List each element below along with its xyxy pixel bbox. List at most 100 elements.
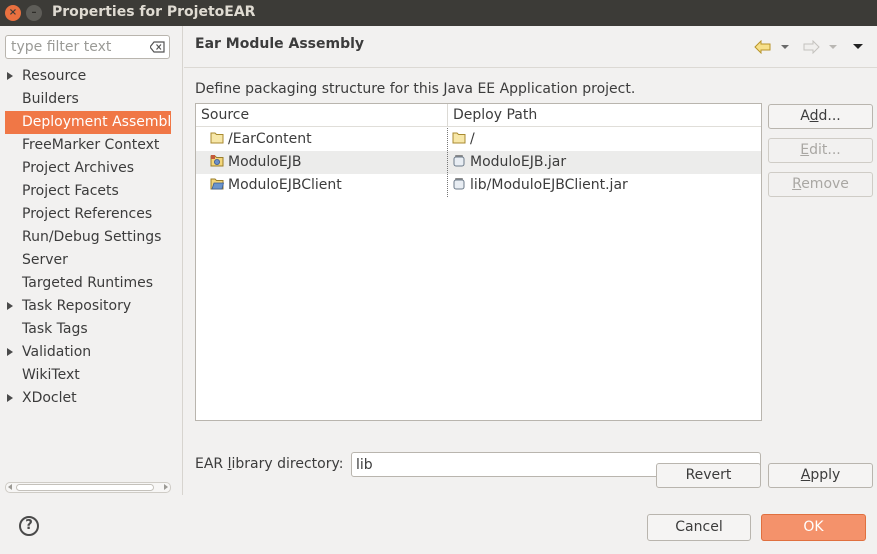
scrollbar-thumb[interactable] (16, 484, 154, 491)
column-header-deploy-path[interactable]: Deploy Path (448, 104, 761, 127)
deploy-path-cell: / (452, 128, 475, 151)
folder-icon (452, 132, 466, 143)
filter-placeholder: type filter text (11, 39, 112, 55)
apply-button[interactable]: Apply (768, 463, 873, 488)
tree-item-label: Server (22, 252, 68, 268)
forward-dropdown-icon[interactable] (828, 44, 838, 50)
tree-item-targeted-runtimes[interactable]: Targeted Runtimes (0, 272, 182, 295)
page-header: Ear Module Assembly (184, 26, 877, 68)
jar-icon (453, 177, 465, 189)
edit-mnemonic: E (800, 142, 810, 158)
add-label-part: A (800, 108, 810, 124)
deploy-path-cell: lib/ModuloEJBClient.jar (452, 174, 628, 197)
library-label-rest: ibrary directory: (231, 456, 344, 472)
tree-item-task-tags[interactable]: Task Tags (0, 318, 182, 341)
filter-input[interactable]: type filter text (5, 35, 170, 59)
table-row[interactable]: /EarContent / (196, 128, 761, 151)
project-folder-icon (210, 178, 224, 189)
folder-icon (210, 132, 224, 143)
tree-item-project-archives[interactable]: Project Archives (0, 157, 182, 180)
tree-horizontal-scrollbar[interactable] (5, 482, 171, 493)
column-divider (447, 128, 448, 197)
tree-item-run-debug-settings[interactable]: Run/Debug Settings (0, 226, 182, 249)
tree-item-label: Task Tags (22, 321, 88, 337)
tree-item-label: Project Facets (22, 183, 119, 199)
tree-item-freemarker-context[interactable]: FreeMarker Context (0, 134, 182, 157)
source-text: ModuloEJB (228, 154, 302, 170)
column-header-source[interactable]: Source (196, 104, 448, 127)
close-icon: × (8, 7, 18, 18)
property-page-tree-panel: type filter text Resource Builders Deploym… (0, 26, 183, 495)
table-row[interactable]: ModuloEJB ModuloEJB.jar (196, 151, 761, 174)
help-button[interactable]: ? (19, 516, 39, 536)
add-button[interactable]: Add... (768, 104, 873, 129)
tree-item-label: Task Repository (22, 298, 132, 314)
help-icon: ? (25, 518, 33, 533)
tree-item-label: Run/Debug Settings (22, 229, 162, 245)
source-cell: /EarContent (210, 128, 312, 151)
ejb-project-icon (210, 154, 224, 166)
source-text: ModuloEJBClient (228, 177, 342, 193)
expand-arrow-icon[interactable] (7, 348, 13, 356)
tree-item-label: Targeted Runtimes (22, 275, 154, 291)
deploy-path-cell: ModuloEJB.jar (452, 151, 566, 174)
ear-library-directory-label: EAR library directory: (195, 456, 343, 472)
tree-item-label: FreeMarker Context (22, 137, 160, 153)
deploy-path-text: ModuloEJB.jar (470, 154, 567, 170)
expand-arrow-icon[interactable] (7, 302, 13, 310)
cancel-button[interactable]: Cancel (647, 514, 751, 541)
dialog-button-bar: ? Cancel OK (0, 495, 877, 554)
tree-item-builders[interactable]: Builders (0, 88, 182, 111)
page-title: Ear Module Assembly (195, 36, 365, 52)
tree-item-resource[interactable]: Resource (0, 65, 182, 88)
tree-item-server[interactable]: Server (0, 249, 182, 272)
tree-item-label: Validation (22, 344, 92, 360)
tree-item-label: Deployment Assembly (22, 114, 171, 130)
tree-item-label: Resource (22, 68, 87, 84)
tree-item-deployment-assembly[interactable]: Deployment Assembly (5, 111, 171, 134)
forward-arrow-icon[interactable] (802, 40, 820, 54)
scroll-right-icon[interactable] (164, 484, 168, 490)
view-menu-icon[interactable] (852, 43, 864, 50)
edit-label-rest: dit... (809, 142, 841, 158)
back-dropdown-icon[interactable] (780, 44, 790, 50)
tree-item-xdoclet[interactable]: XDoclet (0, 387, 182, 410)
property-page-tree: Resource Builders Deployment Assembly FreeM… (0, 65, 182, 410)
edit-button[interactable]: Edit... (768, 138, 873, 163)
tree-item-validation[interactable]: Validation (0, 341, 182, 364)
library-label-part: EAR (195, 456, 228, 472)
scroll-left-icon[interactable] (8, 484, 12, 490)
remove-label-rest: emove (801, 176, 849, 192)
expand-arrow-icon[interactable] (7, 72, 13, 80)
tree-item-project-facets[interactable]: Project Facets (0, 180, 182, 203)
add-label-rest: d... (818, 108, 841, 124)
tree-item-task-repository[interactable]: Task Repository (0, 295, 182, 318)
ok-button[interactable]: OK (761, 514, 866, 541)
revert-button[interactable]: Revert (656, 463, 761, 488)
clear-filter-icon[interactable] (150, 41, 165, 53)
source-cell: ModuloEJB (210, 151, 301, 174)
tree-item-label: Project References (22, 206, 153, 222)
back-arrow-icon[interactable] (754, 40, 772, 54)
tree-item-label: Builders (22, 91, 79, 107)
assembly-table[interactable]: Source Deploy Path /EarContent / ModuloEJB… (195, 103, 762, 421)
remove-button[interactable]: Remove (768, 172, 873, 197)
table-row[interactable]: ModuloEJBClient lib/ModuloEJBClient.jar (196, 174, 761, 197)
window-title: Properties for ProjetoEAR (52, 4, 256, 20)
tree-item-wikitext[interactable]: WikiText (0, 364, 182, 387)
deploy-path-text: lib/ModuloEJBClient.jar (470, 177, 628, 193)
page-body: Define packaging structure for this Java… (184, 69, 877, 495)
tree-item-label: Project Archives (22, 160, 135, 176)
remove-mnemonic: R (792, 176, 802, 192)
tree-item-project-references[interactable]: Project References (0, 203, 182, 226)
tree-item-label: WikiText (22, 367, 80, 383)
property-page: Ear Module Assembly Define packaging str… (184, 26, 877, 495)
close-window-button[interactable]: × (5, 5, 21, 21)
apply-label-rest: pply (810, 467, 841, 483)
apply-mnemonic: A (800, 467, 811, 483)
source-text: /EarContent (228, 131, 312, 147)
deploy-path-text: / (470, 131, 475, 147)
source-cell: ModuloEJBClient (210, 174, 342, 197)
minimize-window-button[interactable]: – (26, 5, 42, 21)
expand-arrow-icon[interactable] (7, 394, 13, 402)
